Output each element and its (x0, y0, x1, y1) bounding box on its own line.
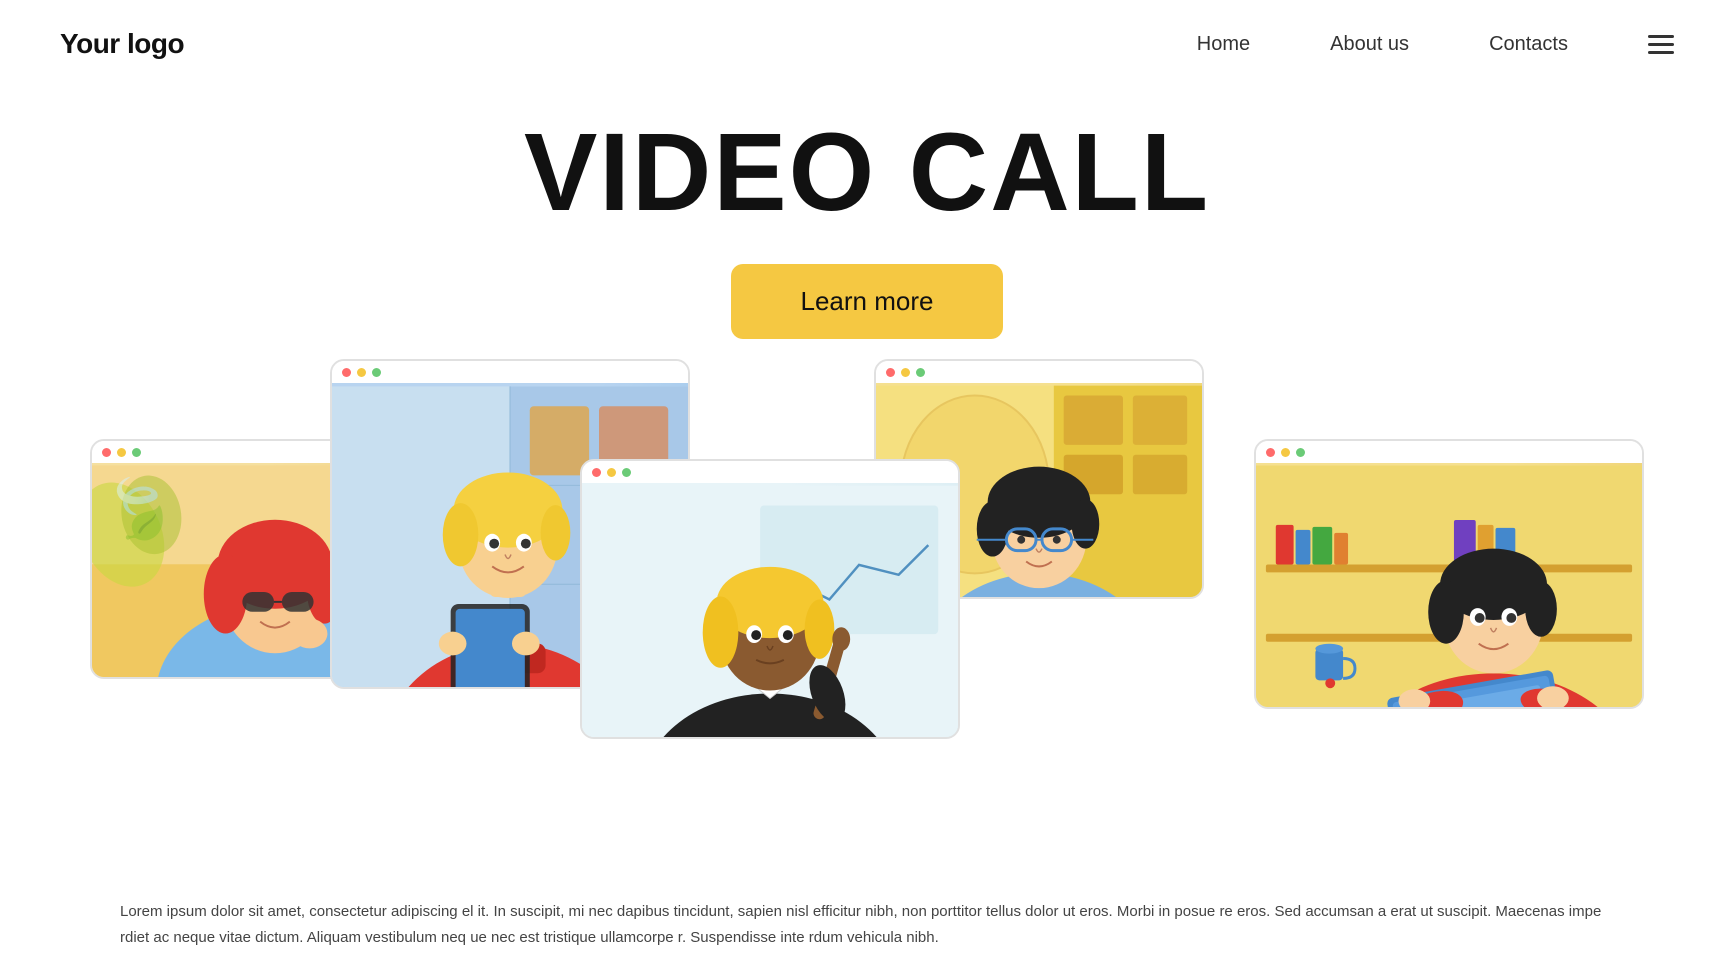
footer-text: Lorem ipsum dolor sit amet, consectetur … (120, 899, 1614, 950)
nav-contacts[interactable]: Contacts (1489, 33, 1568, 56)
nav: Home About us Contacts (1197, 33, 1674, 56)
hero-title: VIDEO CALL (0, 118, 1734, 228)
video-window-right (1254, 439, 1644, 709)
hamburger-menu[interactable] (1648, 35, 1674, 54)
header: Your logo Home About us Contacts (0, 0, 1734, 88)
video-window-center (580, 459, 960, 739)
illustration-area: ♥ 🍃 (0, 359, 1734, 789)
logo: Your logo (60, 28, 184, 60)
nav-home[interactable]: Home (1197, 33, 1250, 56)
nav-about[interactable]: About us (1330, 33, 1409, 56)
learn-more-button[interactable]: Learn more (731, 264, 1004, 339)
hero-section: VIDEO CALL Learn more (0, 88, 1734, 339)
